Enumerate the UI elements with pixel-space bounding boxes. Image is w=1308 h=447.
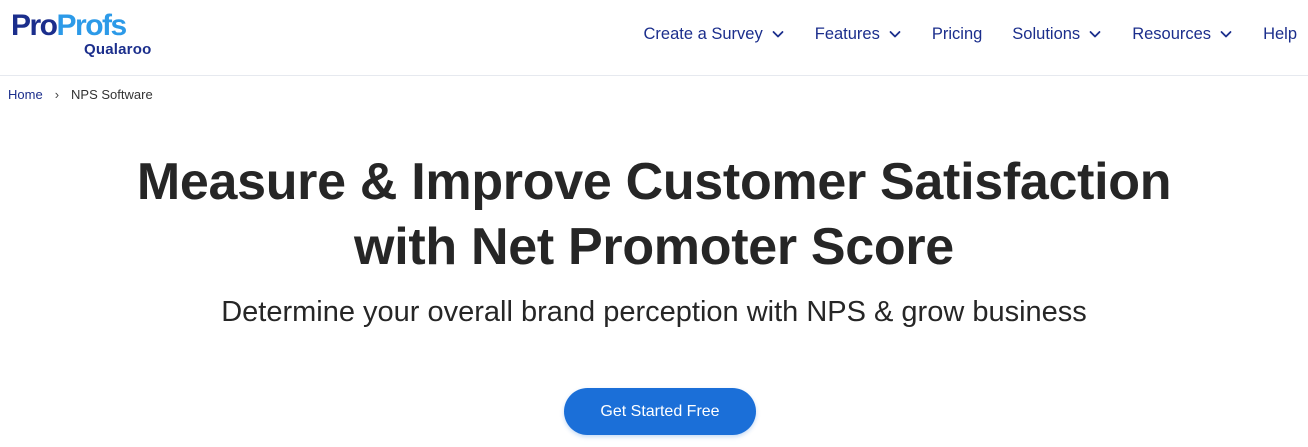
site-header: ProProfs Qualaroo Create a Survey Featur…: [0, 0, 1308, 76]
chevron-down-icon: [1088, 27, 1102, 41]
hero-title-line-1: Measure & Improve Customer Satisfaction: [136, 153, 1172, 211]
breadcrumb-home-link[interactable]: Home: [8, 87, 43, 102]
logo-wordmark: ProProfs: [11, 9, 128, 42]
logo-subtitle: Qualaroo: [84, 41, 152, 58]
nav-resources[interactable]: Resources: [1132, 25, 1233, 44]
breadcrumb-current: NPS Software: [71, 87, 153, 102]
nav-item-label: Pricing: [931, 24, 983, 43]
proprofs-qualaroo-logo[interactable]: ProProfs Qualaroo: [11, 10, 151, 60]
nav-item-label: Features: [814, 24, 880, 43]
hero-subtitle: Determine your overall brand perception …: [221, 296, 1087, 328]
nav-item-label: Create a Survey: [643, 24, 763, 43]
hero-title-line-2: with Net Promoter Score: [354, 218, 954, 276]
main-nav: Create a Survey Features Pricing Solutio…: [644, 22, 1298, 46]
hero-section: Measure & Improve Customer Satisfaction …: [0, 150, 1308, 330]
breadcrumb: Home › NPS Software: [8, 87, 153, 102]
chevron-down-icon: [771, 27, 785, 41]
breadcrumb-separator: ›: [54, 87, 60, 102]
nav-item-label: Solutions: [1012, 24, 1081, 43]
chevron-down-icon: [1219, 27, 1233, 41]
get-started-free-button[interactable]: Get Started Free: [564, 388, 756, 435]
nav-help[interactable]: Help: [1263, 25, 1297, 44]
logo-pro-text: Pro: [11, 9, 58, 42]
nav-item-label: Resources: [1132, 24, 1212, 43]
logo-profs-text: Profs: [56, 9, 128, 42]
chevron-down-icon: [888, 27, 902, 41]
hero-title: Measure & Improve Customer Satisfaction …: [0, 150, 1308, 280]
nav-pricing[interactable]: Pricing: [932, 25, 982, 44]
nav-features[interactable]: Features: [815, 25, 902, 44]
nav-solutions[interactable]: Solutions: [1012, 25, 1102, 44]
nav-create-a-survey[interactable]: Create a Survey: [644, 25, 785, 44]
nav-item-label: Help: [1263, 24, 1297, 43]
